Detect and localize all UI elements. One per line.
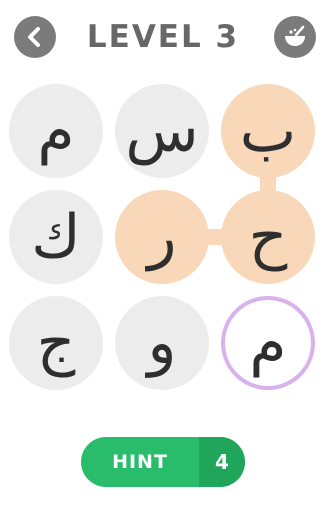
header: LEVEL 3 (0, 0, 326, 76)
hint-button[interactable]: HINT 4 (81, 437, 245, 487)
shop-button[interactable] (274, 16, 316, 58)
letter-tile-hinted[interactable]: م (221, 296, 315, 390)
tile-letter: م (249, 308, 287, 378)
letter-tile[interactable]: س (115, 84, 209, 178)
tile-letter: ج (36, 308, 76, 378)
letter-tile-selected[interactable]: ح (221, 190, 315, 284)
letter-tile[interactable]: و (115, 296, 209, 390)
letter-tile[interactable]: ك (9, 190, 103, 284)
tile-letter: م (37, 96, 75, 166)
tile-letter: و (147, 308, 177, 378)
tile-letter: ح (248, 202, 288, 272)
letter-tile-selected[interactable]: ر (115, 190, 209, 284)
tile-letter: س (125, 96, 199, 166)
bowl-icon (285, 25, 305, 46)
letter-grid: م س ب ك ر ح ج و م (0, 80, 326, 400)
letter-tile[interactable]: ج (9, 296, 103, 390)
tile-letter: ك (31, 202, 81, 272)
hint-count-badge: 4 (199, 437, 245, 487)
tile-letter: ر (147, 202, 177, 272)
letter-tile[interactable]: م (9, 84, 103, 178)
letter-tile-selected[interactable]: ب (221, 84, 315, 178)
tile-letter: ب (239, 96, 297, 166)
hint-label: HINT (112, 451, 168, 473)
